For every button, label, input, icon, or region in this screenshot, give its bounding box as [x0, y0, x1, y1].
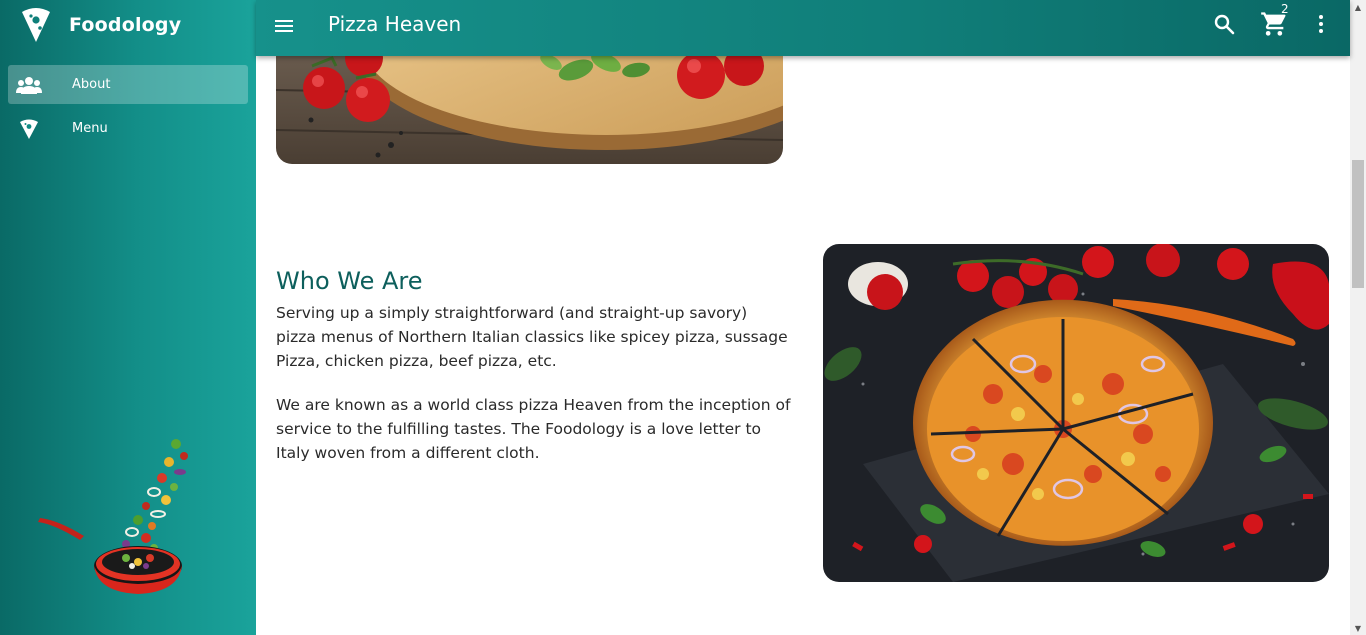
- app-bar: Pizza Heaven 2: [256, 0, 1350, 56]
- pizza-slice-icon: [16, 118, 42, 140]
- people-icon: [16, 74, 42, 96]
- section-title: Who We Are: [276, 267, 423, 295]
- scroll-down-arrow-icon[interactable]: ▼: [1350, 621, 1366, 635]
- cart-count-badge: 2: [1281, 2, 1289, 16]
- about-paragraph-2: We are known as a world class pizza Heav…: [276, 396, 791, 462]
- about-paragraph-1: Serving up a simply straightforward (and…: [276, 304, 788, 370]
- search-icon[interactable]: [1212, 12, 1236, 36]
- sidebar: Foodology About Menu: [0, 0, 256, 635]
- menu-icon[interactable]: [272, 14, 296, 38]
- page-title: Pizza Heaven: [328, 12, 462, 36]
- brand[interactable]: Foodology: [20, 6, 181, 44]
- main-content: Who We Are Serving up a simply straightf…: [256, 0, 1350, 635]
- sidebar-nav: About Menu: [8, 65, 248, 153]
- frying-pan-illustration: [38, 439, 188, 594]
- sidebar-item-about[interactable]: About: [8, 65, 248, 104]
- sliced-pizza-image: [823, 244, 1329, 582]
- pizza-logo-icon: [22, 8, 50, 42]
- brand-name: Foodology: [69, 14, 182, 36]
- sidebar-item-label: Menu: [72, 121, 108, 136]
- more-vert-icon[interactable]: [1309, 12, 1333, 36]
- sidebar-item-label: About: [72, 77, 111, 92]
- vertical-scrollbar[interactable]: ▲ ▼: [1350, 0, 1366, 635]
- scroll-thumb[interactable]: [1352, 160, 1364, 288]
- sidebar-item-menu[interactable]: Menu: [8, 109, 248, 148]
- scroll-up-arrow-icon[interactable]: ▲: [1350, 0, 1366, 14]
